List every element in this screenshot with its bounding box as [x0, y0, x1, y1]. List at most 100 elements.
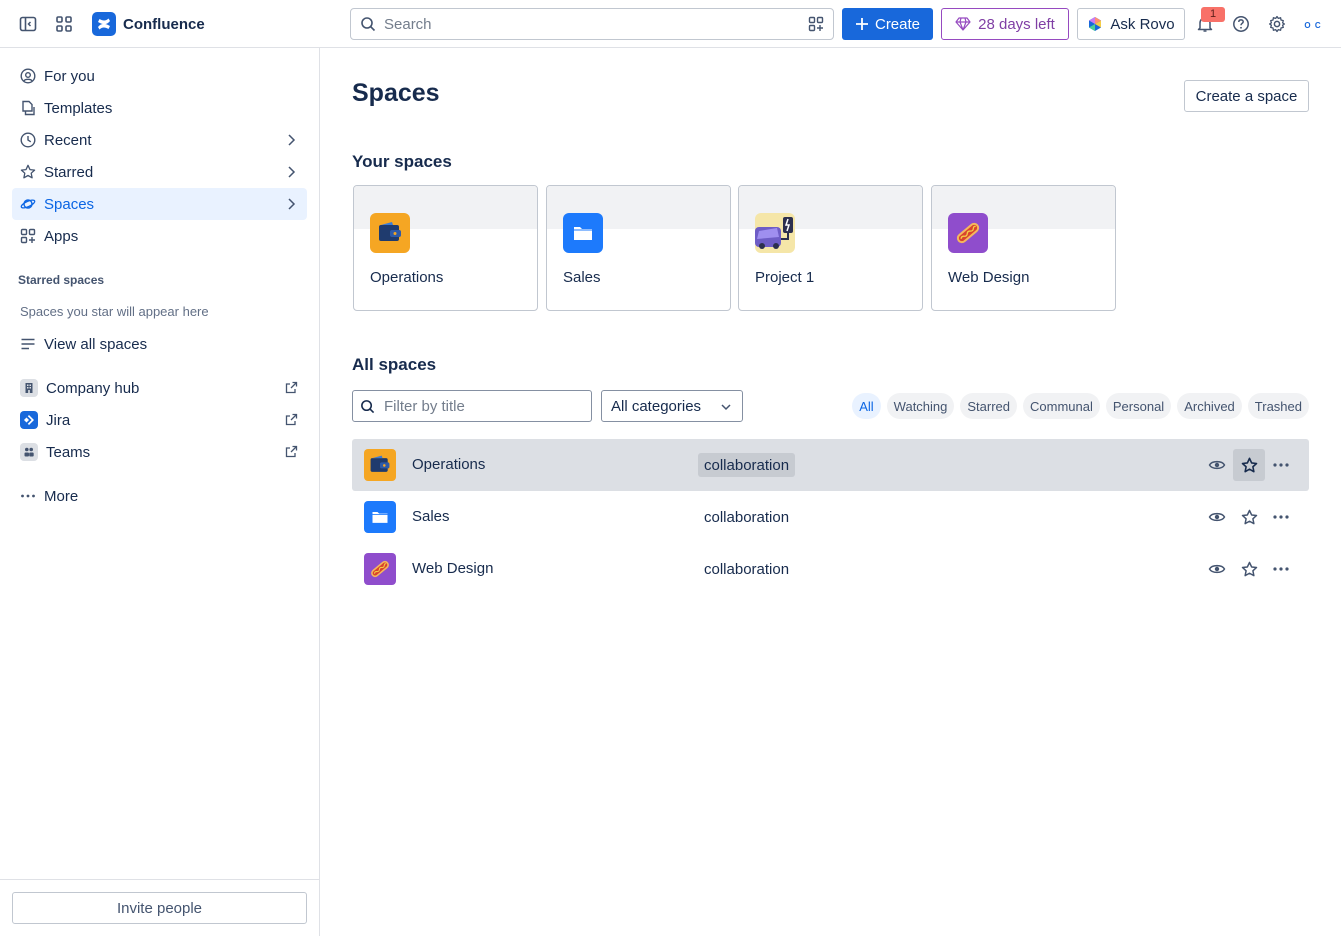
filter-by-title-input[interactable] — [384, 397, 584, 415]
search-filter-icon[interactable] — [808, 16, 824, 32]
sidebar-item-spaces[interactable]: Spaces — [12, 188, 307, 220]
sidebar-item-label: Company hub — [46, 379, 140, 397]
invite-people-button[interactable]: Invite people — [12, 892, 307, 924]
app-switcher-icon[interactable] — [52, 12, 76, 36]
rovo-icon — [1087, 16, 1103, 32]
sidebar-item-label: Apps — [44, 227, 79, 245]
star-icon[interactable] — [1233, 501, 1265, 533]
more-actions-icon[interactable] — [1265, 553, 1297, 585]
search-bar[interactable] — [350, 8, 834, 40]
chevron-right-icon[interactable] — [285, 133, 297, 147]
user-circle-icon — [20, 68, 36, 84]
more-dots-icon — [20, 488, 36, 504]
confluence-logo[interactable]: Confluence — [92, 12, 205, 36]
starred-spaces-empty-message: Spaces you star will appear here — [20, 304, 209, 319]
watch-eye-icon[interactable] — [1201, 449, 1233, 481]
trial-label: 28 days left — [978, 15, 1055, 33]
space-row-sales[interactable]: Sales collaboration — [352, 491, 1309, 543]
confluence-logo-icon — [92, 12, 116, 36]
space-row-category[interactable]: collaboration — [698, 505, 795, 529]
sidebar-item-label: Templates — [44, 99, 113, 117]
hotdog-icon — [948, 213, 988, 253]
your-spaces-heading: Your spaces — [352, 152, 452, 171]
create-button-label: Create — [874, 15, 921, 33]
sidebar-item-jira[interactable]: Jira — [12, 404, 307, 436]
filter-by-title-field[interactable] — [352, 390, 592, 422]
jira-icon — [20, 411, 38, 429]
chip-personal[interactable]: Personal — [1105, 393, 1172, 419]
page-title: Spaces — [352, 79, 440, 107]
chip-trashed[interactable]: Trashed — [1247, 393, 1309, 419]
space-row-web-design[interactable]: Web Design collaboration — [352, 543, 1309, 595]
space-row-name[interactable]: Operations — [412, 456, 485, 473]
create-button[interactable]: Create — [842, 8, 933, 40]
ask-rovo-button[interactable]: Ask Rovo — [1077, 8, 1185, 40]
search-icon — [360, 16, 376, 32]
star-icon[interactable] — [1233, 449, 1265, 481]
external-link-icon[interactable] — [285, 445, 298, 458]
sidebar-item-recent[interactable]: Recent — [12, 124, 307, 156]
chip-watching[interactable]: Watching — [886, 393, 955, 419]
space-card-name: Project 1 — [755, 269, 815, 286]
chip-communal[interactable]: Communal — [1023, 393, 1100, 419]
create-space-button[interactable]: Create a space — [1184, 80, 1309, 112]
app-name: Confluence — [123, 15, 205, 33]
view-all-spaces-link[interactable]: View all spaces — [12, 328, 307, 360]
sidebar-item-company-hub[interactable]: Company hub — [12, 372, 307, 404]
chevron-right-icon[interactable] — [285, 197, 297, 211]
more-actions-icon[interactable] — [1265, 501, 1297, 533]
sidebar-item-for-you[interactable]: For you — [12, 60, 307, 92]
external-link-icon[interactable] — [285, 381, 298, 394]
search-input[interactable] — [384, 15, 784, 33]
sidebar-item-templates[interactable]: Templates — [12, 92, 307, 124]
chip-archived[interactable]: Archived — [1177, 393, 1242, 419]
teams-icon — [20, 443, 38, 461]
star-icon[interactable] — [1233, 553, 1265, 585]
sidebar-item-teams[interactable]: Teams — [12, 436, 307, 468]
sidebar-item-starred[interactable]: Starred — [12, 156, 307, 188]
main-content: Spaces Create a space Your spaces Operat… — [320, 48, 1341, 936]
more-actions-icon[interactable] — [1265, 449, 1297, 481]
category-select-value: All categories — [611, 397, 702, 415]
clock-icon — [20, 132, 36, 148]
diamond-icon — [955, 17, 971, 31]
sidebar: For you Templates Recent Starred Spaces — [0, 48, 320, 936]
space-card-sales[interactable]: Sales — [546, 185, 731, 311]
sidebar-item-label: Teams — [46, 443, 91, 461]
space-card-name: Web Design — [948, 269, 1030, 286]
external-link-icon[interactable] — [285, 413, 298, 426]
starred-spaces-heading: Starred spaces — [18, 273, 105, 287]
trial-button[interactable]: 28 days left — [941, 8, 1069, 40]
space-row-operations[interactable]: Operations collaboration — [352, 439, 1309, 491]
settings-gear-icon[interactable] — [1265, 12, 1289, 36]
space-card-project-1[interactable]: Project 1 — [738, 185, 923, 311]
chip-starred[interactable]: Starred — [960, 393, 1018, 419]
space-row-name[interactable]: Sales — [412, 508, 450, 525]
sidebar-item-apps[interactable]: Apps — [12, 220, 307, 252]
user-avatar[interactable]: O C — [1301, 13, 1325, 37]
help-icon[interactable] — [1229, 12, 1253, 36]
space-card-operations[interactable]: Operations — [353, 185, 538, 311]
search-icon — [360, 399, 375, 414]
space-row-category[interactable]: collaboration — [698, 557, 795, 581]
watch-eye-icon[interactable] — [1201, 553, 1233, 585]
sidebar-item-more[interactable]: More — [12, 480, 307, 512]
space-card-web-design[interactable]: Web Design — [931, 185, 1116, 311]
template-icon — [20, 100, 36, 116]
space-card-name: Operations — [370, 269, 444, 286]
category-select[interactable]: All categories — [601, 390, 743, 422]
plus-icon — [855, 17, 869, 31]
sidebar-toggle-icon[interactable] — [16, 12, 40, 36]
chevron-down-icon — [720, 401, 732, 413]
space-row-name[interactable]: Web Design — [412, 560, 493, 577]
star-icon — [20, 164, 36, 180]
chip-all[interactable]: All — [852, 393, 881, 419]
chevron-right-icon[interactable] — [285, 165, 297, 179]
divider — [0, 879, 319, 880]
space-row-category[interactable]: collaboration — [698, 453, 796, 477]
car-charging-icon — [755, 213, 795, 253]
watch-eye-icon[interactable] — [1201, 501, 1233, 533]
sidebar-item-label: View all spaces — [44, 335, 148, 353]
notification-count-badge: 1 — [1201, 7, 1225, 22]
sidebar-item-label: Spaces — [44, 195, 95, 213]
